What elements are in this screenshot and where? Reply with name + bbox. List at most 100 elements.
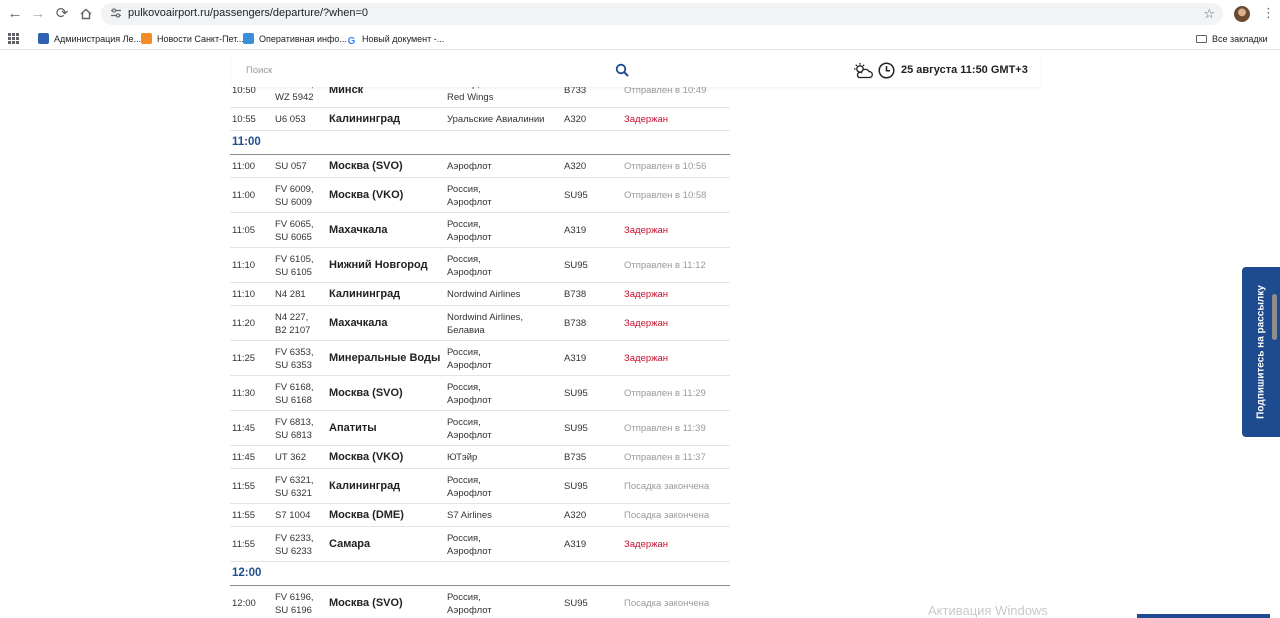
flight-row[interactable]: 11:45 UT 362 Москва (VKO) ЮТэйр B735 Отправле…: [230, 446, 730, 469]
destination-city: Москва (DME): [329, 509, 404, 521]
departure-time: 11:55: [232, 510, 256, 521]
flight-row[interactable]: 11:10 FV 6105, SU 6105 Нижний Новгород Росс…: [230, 248, 730, 283]
flight-number: FV 6196, SU 6196: [275, 591, 314, 616]
aircraft-type: SU95: [564, 423, 588, 434]
destination-city: Москва (SVO): [329, 597, 403, 609]
bookmark-item[interactable]: Новости Санкт-Пет...: [141, 32, 244, 46]
apps-grid-icon[interactable]: [8, 33, 19, 44]
destination-city: Калининград: [329, 480, 401, 492]
current-datetime: 25 августа 11:50 GMT+3: [901, 64, 1028, 76]
bookmark-star-icon[interactable]: ☆: [1203, 6, 1215, 22]
flight-row[interactable]: 11:45 FV 6813, SU 6813 Апатиты Россия, Аэро…: [230, 411, 730, 446]
destination-city: Апатиты: [329, 422, 377, 434]
departure-time: 10:55: [232, 114, 256, 125]
reload-icon[interactable]: ⟳: [52, 4, 72, 24]
departure-time: 11:55: [232, 481, 256, 492]
airline-name: Россия, Аэрофлот: [447, 218, 492, 243]
flight-row[interactable]: 11:05 FV 6065, SU 6065 Махачкала Россия, Аэ…: [230, 213, 730, 248]
airline-name: Россия, Аэрофлот: [447, 346, 492, 371]
page-content: 10:50UT 4942, WZ 5942МинскЮТэйр, Red Win…: [0, 51, 1280, 618]
flight-row[interactable]: 11:00 FV 6009, SU 6009 Москва (VKO) Россия,…: [230, 178, 730, 213]
aircraft-type: A319: [564, 539, 587, 550]
destination-city: Москва (SVO): [329, 160, 403, 172]
flight-status: Задержан: [624, 289, 669, 300]
address-bar[interactable]: pulkovoairport.ru/passengers/departure/?…: [101, 3, 1223, 25]
all-bookmarks-label: Все закладки: [1212, 34, 1268, 44]
bookmark-favicon-icon: [141, 33, 152, 44]
home-icon[interactable]: [76, 4, 96, 24]
aircraft-type: A320: [564, 161, 587, 172]
airline-name: Россия, Аэрофлот: [447, 253, 492, 278]
forward-arrow-icon[interactable]: →: [28, 4, 48, 24]
bookmark-favicon-icon: [38, 33, 49, 44]
flight-row[interactable]: 11:20 N4 227, B2 2107 Махачкала Nordwind Ai…: [230, 306, 730, 341]
flight-status: Задержан: [624, 353, 669, 364]
departure-time: 12:00: [232, 598, 256, 609]
departure-time: 11:20: [232, 318, 256, 329]
search-icon[interactable]: [615, 63, 629, 77]
bookmark-label: Новости Санкт-Пет...: [157, 34, 244, 44]
airline-name: Россия, Аэрофлот: [447, 532, 492, 557]
scrollbar-thumb[interactable]: [1272, 294, 1277, 340]
aircraft-type: SU95: [564, 260, 588, 271]
flight-status: Посадка закончена: [624, 598, 710, 609]
flight-number: FV 6105, SU 6105: [275, 253, 314, 278]
flight-number: S7 1004: [275, 510, 311, 521]
destination-city: Самара: [329, 538, 371, 550]
aircraft-type: A320: [564, 510, 587, 521]
aircraft-type: A320: [564, 114, 587, 125]
destination-city: Минеральные Воды: [329, 352, 441, 364]
departure-time: 11:10: [232, 289, 256, 300]
flight-status: Посадка закончена: [624, 481, 710, 492]
aircraft-type: SU95: [564, 190, 588, 201]
departure-time: 11:10: [232, 260, 256, 271]
departure-time: 11:45: [232, 452, 256, 463]
flight-number: U6 053: [275, 114, 306, 125]
subscribe-label: Подпишитесь на рассылку: [1255, 285, 1267, 419]
airline-name: Россия, Аэрофлот: [447, 183, 492, 208]
flight-row[interactable]: 11:30 FV 6168, SU 6168 Москва (SVO) Россия,…: [230, 376, 730, 411]
bookmark-item[interactable]: Оперативная инфо...: [243, 32, 347, 46]
flight-row[interactable]: 11:55 FV 6233, SU 6233 Самара Россия, Аэроф…: [230, 527, 730, 562]
browser-menu-icon[interactable]: ⋮: [1262, 5, 1275, 21]
bookmark-label: Администрация Ле...: [54, 34, 142, 44]
all-bookmarks-button[interactable]: Все закладки: [1196, 32, 1268, 46]
destination-city: Москва (VKO): [329, 451, 404, 463]
flight-row[interactable]: 11:25 FV 6353, SU 6353 Минеральные Воды Рос…: [230, 341, 730, 376]
flight-status: Отправлен в 11:12: [624, 260, 706, 271]
bookmark-item[interactable]: Администрация Ле...: [38, 32, 141, 46]
departure-time: 11:00: [232, 161, 256, 172]
flight-number: UT 362: [275, 452, 306, 463]
flight-number: N4 281: [275, 289, 306, 300]
aircraft-type: SU95: [564, 598, 588, 609]
hour-group-heading: 12:00: [230, 562, 730, 586]
bookmark-favicon-icon: [243, 33, 254, 44]
hour-label: 12:00: [232, 567, 262, 579]
flight-row[interactable]: 12:00 FV 6196, SU 6196 Москва (SVO) Россия,…: [230, 586, 730, 618]
airline-name: Россия, Аэрофлот: [447, 474, 492, 499]
flight-number: FV 6009, SU 6009: [275, 183, 314, 208]
bookmark-item[interactable]: G Новый документ -...: [346, 32, 444, 47]
flight-row[interactable]: 11:00 SU 057 Москва (SVO) Аэрофлот A320 Отпра…: [230, 155, 730, 178]
airline-name: Nordwind Airlines: [447, 289, 521, 300]
search-input[interactable]: [246, 61, 606, 79]
site-settings-icon[interactable]: [110, 7, 123, 20]
back-arrow-icon[interactable]: ←: [5, 4, 25, 24]
flight-number: FV 6353, SU 6353: [275, 346, 314, 371]
airline-name: Россия, Аэрофлот: [447, 416, 492, 441]
flight-status: Задержан: [624, 318, 669, 329]
departure-time: 11:00: [232, 190, 256, 201]
bookmark-label: Оперативная инфо...: [259, 34, 347, 44]
flight-status: Отправлен в 11:37: [624, 452, 706, 463]
flight-status: Задержан: [624, 114, 669, 125]
departure-time: 11:30: [232, 388, 256, 399]
airline-name: Уральские Авиалинии: [447, 114, 545, 125]
flight-row[interactable]: 11:55 FV 6321, SU 6321 Калининград Россия, …: [230, 469, 730, 504]
departure-time: 11:05: [232, 225, 256, 236]
profile-avatar[interactable]: [1234, 6, 1250, 22]
flight-number: SU 057: [275, 161, 307, 172]
flight-row[interactable]: 11:10 N4 281 Калининград Nordwind Airlines B…: [230, 283, 730, 306]
flight-row[interactable]: 11:55 S7 1004 Москва (DME) S7 Airlines A320 П…: [230, 504, 730, 527]
flight-row[interactable]: 10:55 U6 053 Калининград Уральские Авиалини…: [230, 108, 730, 131]
subscribe-button[interactable]: Подпишитесь на рассылку: [1242, 267, 1280, 437]
